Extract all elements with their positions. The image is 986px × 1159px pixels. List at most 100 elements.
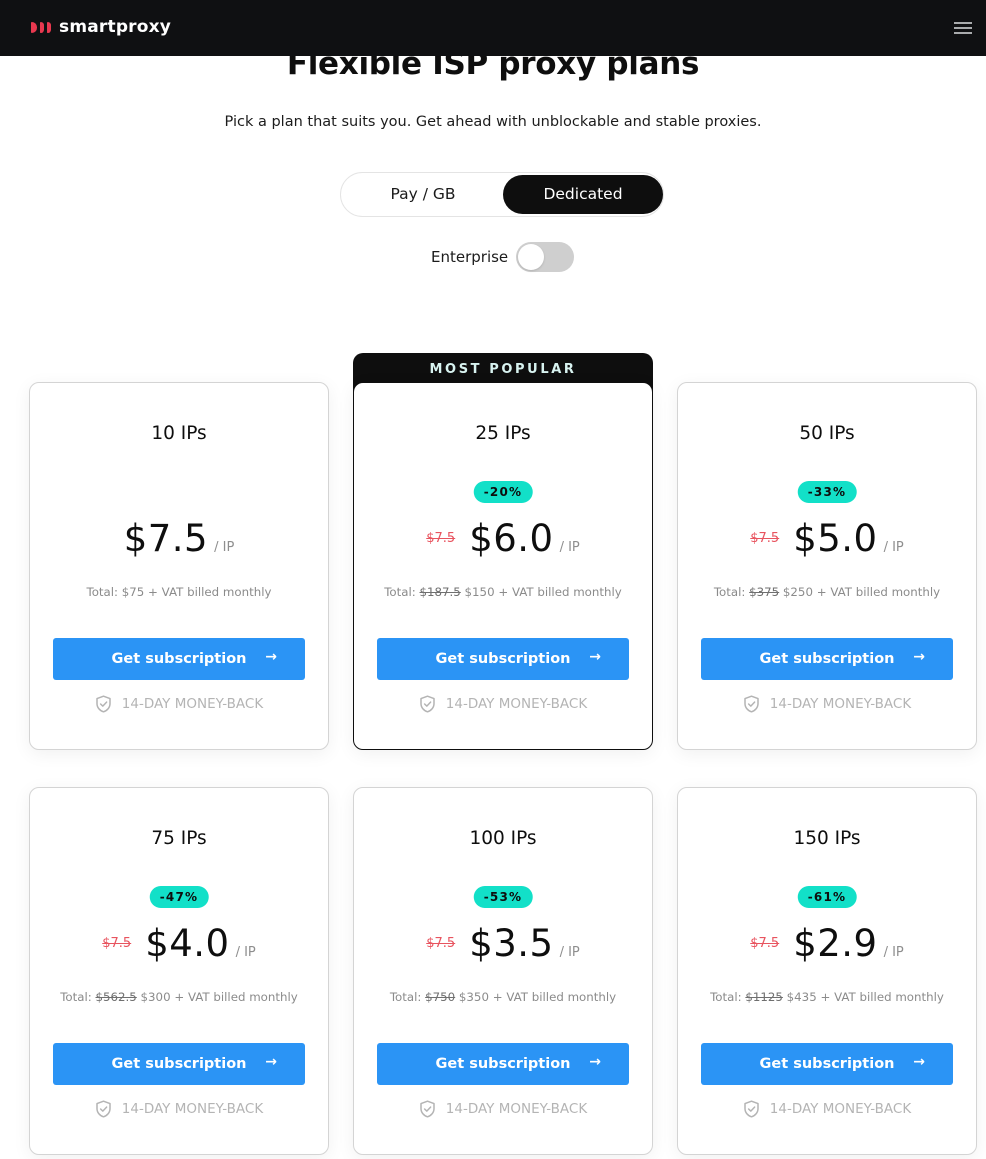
get-subscription-button[interactable]: Get subscription →: [53, 1043, 305, 1085]
total-billing: Total: $1125 $435 + VAT billed monthly: [678, 990, 976, 1004]
price-row: $7.5 $5.0 / IP: [678, 517, 976, 560]
discount-badge: -20%: [473, 481, 533, 503]
cta-label: Get subscription: [111, 1056, 247, 1072]
total-prefix: Total:: [710, 990, 742, 1004]
arrow-right-icon: →: [265, 649, 277, 665]
arrow-right-icon: →: [589, 649, 601, 665]
price-row: $7.5 / IP: [30, 517, 328, 560]
cta-label: Get subscription: [435, 1056, 571, 1072]
price: $5.0: [793, 517, 878, 560]
enterprise-switch[interactable]: [516, 242, 575, 272]
plan-title: 25 IPs: [475, 423, 531, 444]
total-text: $350 + VAT billed monthly: [458, 990, 617, 1004]
price-unit: / IP: [214, 540, 235, 555]
switch-knob: [518, 244, 545, 270]
get-subscription-button[interactable]: Get subscription →: [377, 638, 629, 680]
plan-title: 50 IPs: [799, 423, 855, 444]
plan-card-100-ips: 100 IPs -53% $7.5 $3.5 / IP Total: $750 …: [353, 787, 653, 1155]
total-old: $375: [749, 585, 780, 599]
guarantee-text: 14-DAY MONEY-BACK: [121, 696, 264, 712]
money-back-guarantee: 14-DAY MONEY-BACK: [678, 695, 976, 713]
shield-check-icon: [744, 695, 759, 713]
arrow-right-icon: →: [913, 1054, 925, 1070]
total-prefix: Total:: [384, 585, 416, 599]
total-prefix: Total:: [86, 585, 119, 599]
cta-label: Get subscription: [111, 651, 247, 667]
plan-card-10-ips: 10 IPs $7.5 / IP Total: $75 + VAT billed…: [29, 382, 329, 750]
shield-check-icon: [420, 1100, 435, 1118]
money-back-guarantee: 14-DAY MONEY-BACK: [354, 1100, 652, 1118]
arrow-right-icon: →: [265, 1054, 277, 1070]
total-old: $750: [425, 990, 456, 1004]
total-text: $300 + VAT billed monthly: [140, 990, 298, 1004]
plan-title: 75 IPs: [151, 828, 207, 849]
total-prefix: Total:: [60, 990, 92, 1004]
money-back-guarantee: 14-DAY MONEY-BACK: [354, 695, 652, 713]
guarantee-text: 14-DAY MONEY-BACK: [769, 696, 912, 712]
get-subscription-button[interactable]: Get subscription →: [53, 638, 305, 680]
price: $4.0: [145, 922, 230, 965]
money-back-guarantee: 14-DAY MONEY-BACK: [30, 1100, 328, 1118]
get-subscription-button[interactable]: Get subscription →: [701, 638, 953, 680]
plan-card-150-ips: 150 IPs -61% $7.5 $2.9 / IP Total: $1125…: [677, 787, 977, 1155]
price-row: $7.5 $3.5 / IP: [354, 922, 652, 965]
total-billing: Total: $75 + VAT billed monthly: [30, 585, 328, 599]
price: $7.5: [123, 517, 209, 560]
brand-logo[interactable]: smartproxy: [31, 17, 171, 37]
price-unit: / IP: [883, 945, 904, 960]
plan-title: 150 IPs: [793, 828, 861, 849]
toggle-option-dedicated[interactable]: Dedicated: [503, 175, 663, 214]
toggle-option-pay-per-gb[interactable]: Pay / GB: [343, 175, 503, 214]
price-unit: / IP: [559, 540, 580, 555]
total-old: $1125: [745, 990, 783, 1004]
money-back-guarantee: 14-DAY MONEY-BACK: [30, 695, 328, 713]
old-price: $7.5: [750, 936, 780, 951]
price-unit: / IP: [235, 945, 256, 960]
price: $6.0: [469, 517, 554, 560]
total-billing: Total: $187.5 $150 + VAT billed monthly: [354, 585, 652, 599]
total-text: $150 + VAT billed monthly: [464, 585, 622, 599]
total-old: $187.5: [419, 585, 461, 599]
price: $3.5: [469, 922, 554, 965]
guarantee-text: 14-DAY MONEY-BACK: [121, 1101, 264, 1117]
get-subscription-button[interactable]: Get subscription →: [377, 1043, 629, 1085]
total-billing: Total: $375 $250 + VAT billed monthly: [678, 585, 976, 599]
arrow-right-icon: →: [589, 1054, 601, 1070]
price-row: $7.5 $6.0 / IP: [354, 517, 652, 560]
price-unit: / IP: [559, 945, 580, 960]
old-price: $7.5: [102, 936, 132, 951]
plan-card-50-ips: 50 IPs -33% $7.5 $5.0 / IP Total: $375 $…: [677, 382, 977, 750]
discount-badge: -61%: [797, 886, 857, 908]
total-prefix: Total:: [713, 585, 746, 599]
money-back-guarantee: 14-DAY MONEY-BACK: [678, 1100, 976, 1118]
cta-label: Get subscription: [759, 651, 895, 667]
total-billing: Total: $750 $350 + VAT billed monthly: [354, 990, 652, 1004]
brand-name: smartproxy: [59, 17, 172, 37]
smartproxy-logo-icon: [31, 21, 51, 33]
old-price: $7.5: [426, 531, 456, 546]
old-price: $7.5: [750, 531, 780, 546]
price: $2.9: [793, 922, 878, 965]
plan-title: 10 IPs: [151, 423, 207, 444]
plan-title: 100 IPs: [469, 828, 537, 849]
cta-label: Get subscription: [759, 1056, 895, 1072]
shield-check-icon: [744, 1100, 759, 1118]
total-billing: Total: $562.5 $300 + VAT billed monthly: [30, 990, 328, 1004]
shield-check-icon: [420, 695, 435, 713]
old-price: $7.5: [426, 936, 456, 951]
total-prefix: Total:: [389, 990, 422, 1004]
hamburger-menu-icon[interactable]: [954, 22, 972, 35]
discount-badge: -53%: [473, 886, 533, 908]
shield-check-icon: [96, 1100, 111, 1118]
top-navigation-bar: smartproxy: [0, 0, 986, 56]
total-text: $75 + VAT billed monthly: [121, 585, 272, 599]
shield-check-icon: [96, 695, 111, 713]
enterprise-toggle-row: Enterprise: [431, 242, 575, 272]
guarantee-text: 14-DAY MONEY-BACK: [769, 1101, 912, 1117]
cta-label: Get subscription: [435, 651, 571, 667]
enterprise-label: Enterprise: [431, 248, 509, 266]
arrow-right-icon: →: [913, 649, 925, 665]
page-subtitle: Pick a plan that suits you. Get ahead wi…: [224, 114, 762, 130]
total-text: $435 + VAT billed monthly: [786, 990, 944, 1004]
get-subscription-button[interactable]: Get subscription →: [701, 1043, 953, 1085]
